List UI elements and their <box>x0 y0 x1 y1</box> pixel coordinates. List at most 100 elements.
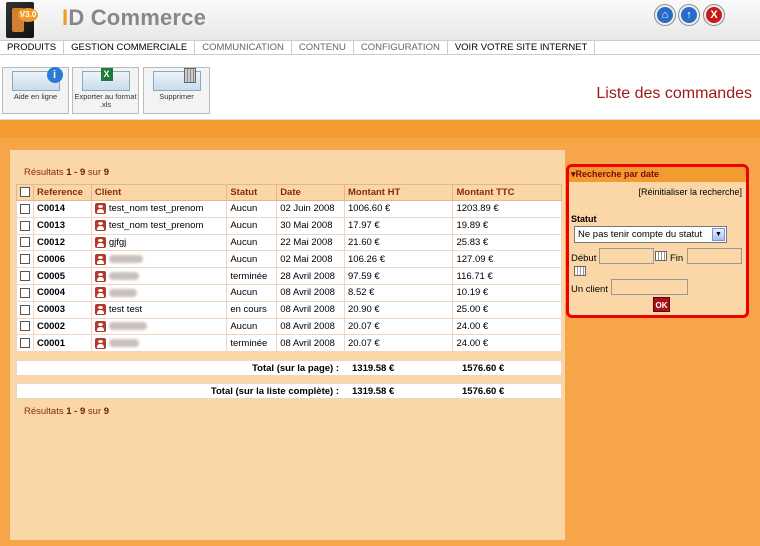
client-name[interactable]: test test <box>109 304 142 315</box>
results-summary-bottom: Résultats 1 - 9 sur 9 <box>10 403 565 421</box>
row-checkbox[interactable] <box>20 304 30 315</box>
table-row[interactable]: C0005 terminée 28 Avril 2008 97.59 €116.71 … <box>16 267 562 285</box>
column-header-statut[interactable]: Statut <box>226 184 278 201</box>
row-checkbox[interactable] <box>20 287 30 298</box>
search-panel-title[interactable]: ▾Recherche par date <box>569 167 746 182</box>
client-name[interactable]: test_nom test_prenom <box>109 220 204 231</box>
chevron-down-icon[interactable]: ▼ <box>712 228 725 241</box>
table-row[interactable]: C0014 test_nom test_prenom Aucun 02 Juin 20… <box>16 200 562 218</box>
help-label: Aide en ligne <box>13 92 58 101</box>
montant-ttc-cell: 116.71 € <box>452 267 562 285</box>
row-checkbox-cell <box>16 233 34 252</box>
column-header-client[interactable]: Client <box>90 184 228 201</box>
client-input[interactable] <box>611 279 688 295</box>
menu-item-gestion-commerciale[interactable]: GESTION COMMERCIALE <box>64 41 196 54</box>
reference-cell[interactable]: C0002 <box>33 317 92 336</box>
reference-cell[interactable]: C0013 <box>33 216 92 235</box>
reference-cell[interactable]: C0006 <box>33 250 92 269</box>
select-all-cell <box>16 184 34 201</box>
montant-ht-cell: 8.52 € <box>344 283 454 302</box>
column-header-date[interactable]: Date <box>276 184 346 201</box>
table-header-row: Reference Client Statut Date Montant HT Monta… <box>16 184 562 201</box>
row-checkbox[interactable] <box>20 321 30 332</box>
montant-ttc-cell: 25.83 € <box>452 233 562 252</box>
client-name[interactable]: test_nom test_prenom <box>109 203 204 214</box>
results-summary-top: Résultats 1 - 9 sur 9 <box>10 164 565 182</box>
montant-ttc-cell: 127.09 € <box>452 250 562 269</box>
row-checkbox[interactable] <box>20 254 30 265</box>
montant-ht-cell: 106.26 € <box>344 250 454 269</box>
debut-label: Début <box>571 253 597 264</box>
delete-label: Supprimer <box>159 92 194 101</box>
user-icon <box>94 337 106 349</box>
row-checkbox[interactable] <box>20 220 30 231</box>
user-icon <box>94 253 106 265</box>
client-name[interactable]: gjfgj <box>109 237 126 248</box>
column-header-reference[interactable]: Reference <box>33 184 92 201</box>
montant-ttc-cell: 19.89 € <box>452 216 562 235</box>
date-cell: 02 Juin 2008 <box>276 200 346 218</box>
date-cell: 02 Mai 2008 <box>276 250 346 269</box>
client-label: Un client <box>571 284 608 295</box>
client-cell: test_nom test_prenom <box>90 200 228 218</box>
reference-cell[interactable]: C0012 <box>33 233 92 252</box>
fin-date-input[interactable] <box>687 248 742 264</box>
row-checkbox[interactable] <box>20 203 30 214</box>
home-icon[interactable]: ⌂ <box>655 5 675 25</box>
select-all-checkbox[interactable] <box>20 187 30 198</box>
fin-label: Fin <box>670 253 684 264</box>
user-icon <box>94 287 106 299</box>
calendar-icon[interactable] <box>655 251 667 261</box>
montant-ttc-cell: 24.00 € <box>452 334 562 353</box>
menu-item-produits[interactable]: PRODUITS <box>0 41 65 54</box>
row-checkbox[interactable] <box>20 271 30 282</box>
client-cell <box>90 250 228 269</box>
reference-cell[interactable]: C0005 <box>33 267 92 285</box>
client-cell <box>90 267 228 285</box>
export-xls-button[interactable]: X Exporter au format .xls <box>72 67 139 114</box>
column-header-montant-ht[interactable]: Montant HT <box>344 184 454 201</box>
client-cell <box>90 283 228 302</box>
app-header: V3.0 ID Commerce ⌂ ↑ X <box>0 0 760 40</box>
debut-date-input[interactable] <box>599 248 654 264</box>
user-icon <box>94 220 106 232</box>
reset-search-link[interactable]: [Réinitialiser la recherche] <box>638 187 742 197</box>
help-icon: i <box>11 67 63 91</box>
row-checkbox[interactable] <box>20 338 30 349</box>
menu-item-voir-votre-site-internet[interactable]: VOIR VOTRE SITE INTERNET <box>448 41 596 54</box>
reference-cell[interactable]: C0003 <box>33 300 92 319</box>
row-checkbox-cell <box>16 317 34 336</box>
row-checkbox-cell <box>16 283 34 302</box>
user-icon <box>94 320 106 332</box>
row-checkbox-cell <box>16 250 34 269</box>
table-row[interactable]: C0001 terminée 08 Avril 2008 20.07 €24.00 € <box>16 334 562 353</box>
table-row[interactable]: C0002 Aucun 08 Avril 2008 20.07 €24.00 € <box>16 317 562 336</box>
column-header-montant-ttc[interactable]: Montant TTC <box>452 184 562 201</box>
export-label: Exporter au format .xls <box>74 92 137 109</box>
reference-cell[interactable]: C0004 <box>33 283 92 302</box>
info-icon[interactable]: ↑ <box>679 5 699 25</box>
montant-ht-cell: 20.07 € <box>344 334 454 353</box>
trash-icon <box>152 68 201 91</box>
statut-select[interactable]: Ne pas tenir compte du statut ▼ <box>574 226 727 243</box>
table-row[interactable]: C0004 Aucun 08 Avril 2008 8.52 €10.19 € <box>16 283 562 302</box>
delete-button[interactable]: Supprimer <box>143 67 210 114</box>
table-row[interactable]: C0003 test test en cours 08 Avril 2008 20.90… <box>16 300 562 319</box>
close-icon[interactable]: X <box>704 5 724 25</box>
menu-item-contenu[interactable]: CONTENU <box>292 41 354 54</box>
row-checkbox-cell <box>16 300 34 319</box>
reference-cell[interactable]: C0001 <box>33 334 92 353</box>
redacted-client-name <box>108 288 137 297</box>
calendar-icon[interactable] <box>574 266 586 276</box>
table-row[interactable]: C0012 gjfgj Aucun 22 Mai 2008 21.60 €25.83 € <box>16 233 562 252</box>
table-row[interactable]: C0006 Aucun 02 Mai 2008 106.26 €127.09 € <box>16 250 562 269</box>
reference-cell[interactable]: C0014 <box>33 200 92 218</box>
statut-label: Statut <box>571 214 597 224</box>
menu-item-communication[interactable]: COMMUNICATION <box>195 41 292 54</box>
row-checkbox[interactable] <box>20 237 30 248</box>
montant-ht-cell: 20.90 € <box>344 300 454 319</box>
table-row[interactable]: C0013 test_nom test_prenom Aucun 30 Mai 200… <box>16 216 562 235</box>
ok-button[interactable]: OK <box>653 297 670 312</box>
help-button[interactable]: i Aide en ligne <box>2 67 69 114</box>
menu-item-configuration[interactable]: CONFIGURATION <box>354 41 448 54</box>
